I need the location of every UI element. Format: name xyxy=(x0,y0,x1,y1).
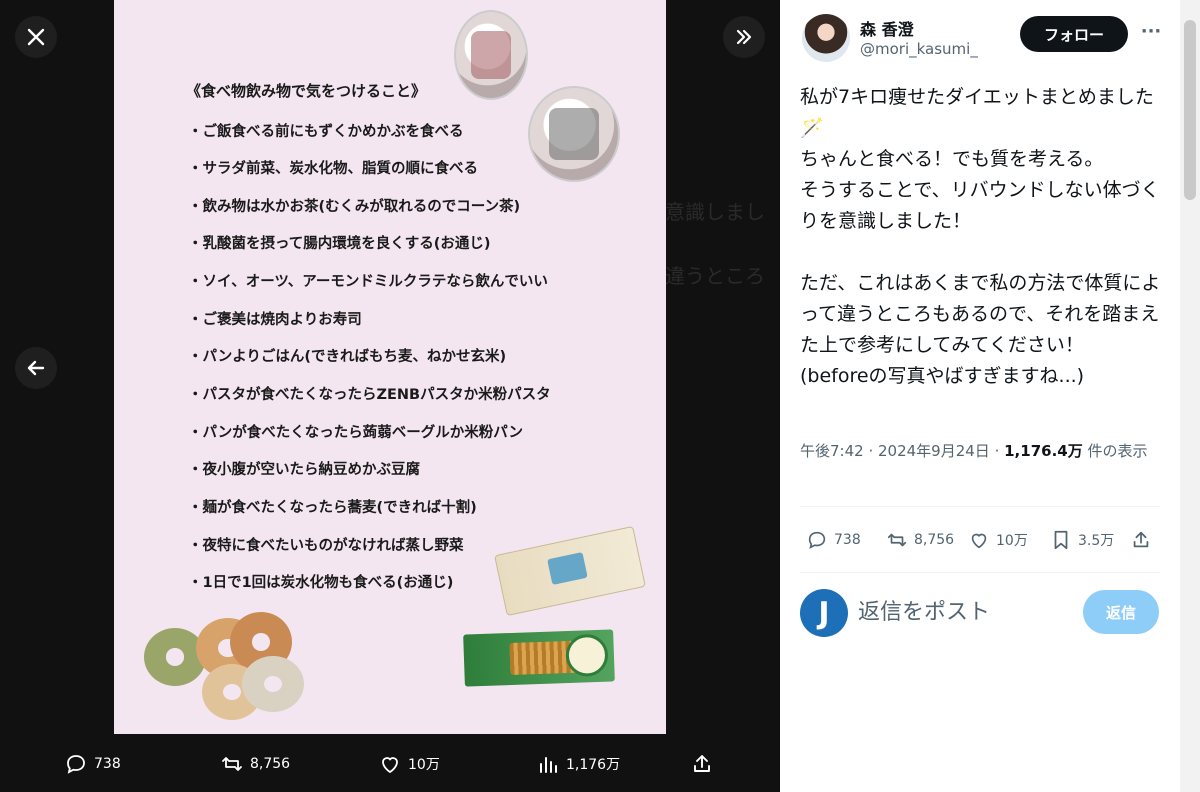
like-count: 10万 xyxy=(996,533,1028,549)
user-handle[interactable]: @mori_kasumi_ xyxy=(860,40,978,58)
rice-pack-image xyxy=(454,10,528,100)
scrollbar[interactable] xyxy=(1180,0,1200,792)
tip-item: ・飲み物は水かお茶(むくみが取れるのでコーン茶) xyxy=(188,199,521,215)
reply-count: 738 xyxy=(834,532,861,548)
retweet-icon xyxy=(887,533,907,547)
tip-item: ・パンよりごはん(できればもち麦、ねかせ玄米) xyxy=(188,349,507,365)
reply-input[interactable] xyxy=(858,594,1068,630)
display-name[interactable]: 森 香澄 xyxy=(860,16,914,40)
bagel-image xyxy=(242,656,304,712)
views-suffix: 件の表示 xyxy=(1082,442,1148,460)
reply-button[interactable]: 738 xyxy=(64,744,121,784)
tip-item: ・ご褒美は焼肉よりお寿司 xyxy=(188,312,362,328)
share-icon xyxy=(694,755,710,772)
current-user-avatar[interactable]: J xyxy=(800,589,848,637)
tweet-meta: 午後7:42 · 2024年9月24日 · 1,176.4万 件の表示 xyxy=(800,438,1160,464)
tweet-paragraph: 私が7キロ痩せたダイエットまとめました🪄 ちゃんと食べる！でも質を考える。 そう… xyxy=(800,86,1160,232)
tip-item: ・ご飯食べる前にもずくかめかぶを食べる xyxy=(188,124,464,140)
tip-item: ・サラダ前菜、炭水化物、脂質の順に食べる xyxy=(188,161,478,177)
like-action[interactable]: 10万 xyxy=(968,522,1028,558)
retweet-count: 8,756 xyxy=(914,532,955,548)
background-tweet-ghost: 意識しまし 違うところ xyxy=(665,180,780,740)
tweet-view-count: 1,176.4万 xyxy=(1004,442,1083,460)
retweet-action[interactable]: 8,756 xyxy=(886,522,954,558)
heart-icon xyxy=(382,757,398,774)
share-action[interactable] xyxy=(1130,522,1152,558)
tweet-text: 私が7キロ痩せたダイエットまとめました🪄 ちゃんと食べる！でも質を考える。 そう… xyxy=(800,82,1162,392)
image-heading: 《食べ物飲み物で気をつけること》 xyxy=(186,82,427,100)
scrollbar-thumb[interactable] xyxy=(1184,20,1196,200)
retweet-icon xyxy=(222,757,242,771)
close-button[interactable] xyxy=(15,16,57,58)
divider xyxy=(800,506,1160,507)
tweet-date[interactable]: 2024年9月24日 xyxy=(878,442,990,460)
tip-item: ・乳酸菌を摂って腸内環境を良くする(お通じ) xyxy=(188,236,491,252)
tip-item: ・夜小腹が空いたら納豆めかぶ豆腐 xyxy=(188,462,420,478)
zenb-noodle-package-image xyxy=(463,629,615,687)
rice-pack-image xyxy=(528,86,620,182)
view-count: 1,176万 xyxy=(566,757,621,773)
avatar[interactable] xyxy=(802,14,850,62)
bookmark-action[interactable]: 3.5万 xyxy=(1050,522,1114,558)
tip-item: ・夜特に食べたいものがなければ蒸し野菜 xyxy=(188,538,464,554)
tip-item: ・麺が食べたくなったら蕎麦(できれば十割) xyxy=(188,500,477,516)
meta-separator: · xyxy=(863,442,878,460)
tweet-time[interactable]: 午後7:42 xyxy=(800,442,864,460)
reply-action[interactable]: 738 xyxy=(806,522,861,558)
heart-icon xyxy=(971,533,987,549)
tip-item: ・ソイ、オーツ、アーモンドミルクラテなら飲んでいい xyxy=(188,274,548,290)
tweet-actions: 738 8,756 10万 3.5万 xyxy=(800,522,1160,558)
like-count: 10万 xyxy=(408,757,440,773)
tip-item: ・パスタが食べたくなったらZENBパスタか米粉パスタ xyxy=(188,387,551,403)
ghost-line: 違うところ xyxy=(665,264,765,288)
double-chevron-right-icon xyxy=(736,29,752,45)
arrow-left-icon xyxy=(27,360,45,376)
rice-pasta-package-image xyxy=(494,525,646,617)
tweet-paragraph: ただ、これはあくまで私の方法で体質によって違うところもあるので、それを踏まえた上… xyxy=(800,272,1161,387)
views-button[interactable]: 1,176万 xyxy=(536,744,620,784)
reply-icon xyxy=(808,531,826,549)
close-icon xyxy=(27,28,45,46)
share-icon xyxy=(1133,531,1149,548)
media-action-bar: 738 8,756 10万 1,176万 xyxy=(0,744,780,784)
share-button[interactable] xyxy=(690,744,714,784)
tip-item: ・1日で1回は炭水化物も食べる(お通じ) xyxy=(188,575,454,591)
reply-icon xyxy=(67,755,85,774)
retweet-button[interactable]: 8,756 xyxy=(220,744,290,784)
follow-button[interactable]: フォロー xyxy=(1020,16,1128,52)
ghost-line: 意識しまし xyxy=(665,200,765,224)
divider xyxy=(800,572,1160,573)
like-button[interactable]: 10万 xyxy=(378,744,440,784)
bookmark-count: 3.5万 xyxy=(1078,533,1115,549)
meta-separator: · xyxy=(989,442,1005,460)
bar-chart-icon xyxy=(540,757,557,773)
media-viewer: 意識しまし 違うところ 《食べ物飲み物で気をつけること》 ・ご飯食べる前にもずく… xyxy=(0,0,780,792)
expand-panel-button[interactable] xyxy=(723,16,765,58)
bookmark-icon xyxy=(1054,530,1068,550)
previous-image-button[interactable] xyxy=(15,347,57,389)
more-options-icon[interactable]: ··· xyxy=(1138,22,1164,48)
retweet-count: 8,756 xyxy=(250,756,291,772)
reply-count: 738 xyxy=(94,756,121,772)
tweet-image[interactable]: 《食べ物飲み物で気をつけること》 ・ご飯食べる前にもずくかめかぶを食べる ・サラ… xyxy=(114,0,666,734)
reply-submit-button[interactable]: 返信 xyxy=(1083,590,1159,634)
tip-item: ・パンが食べたくなったら蒟蒻ベーグルか米粉パン xyxy=(188,425,523,441)
